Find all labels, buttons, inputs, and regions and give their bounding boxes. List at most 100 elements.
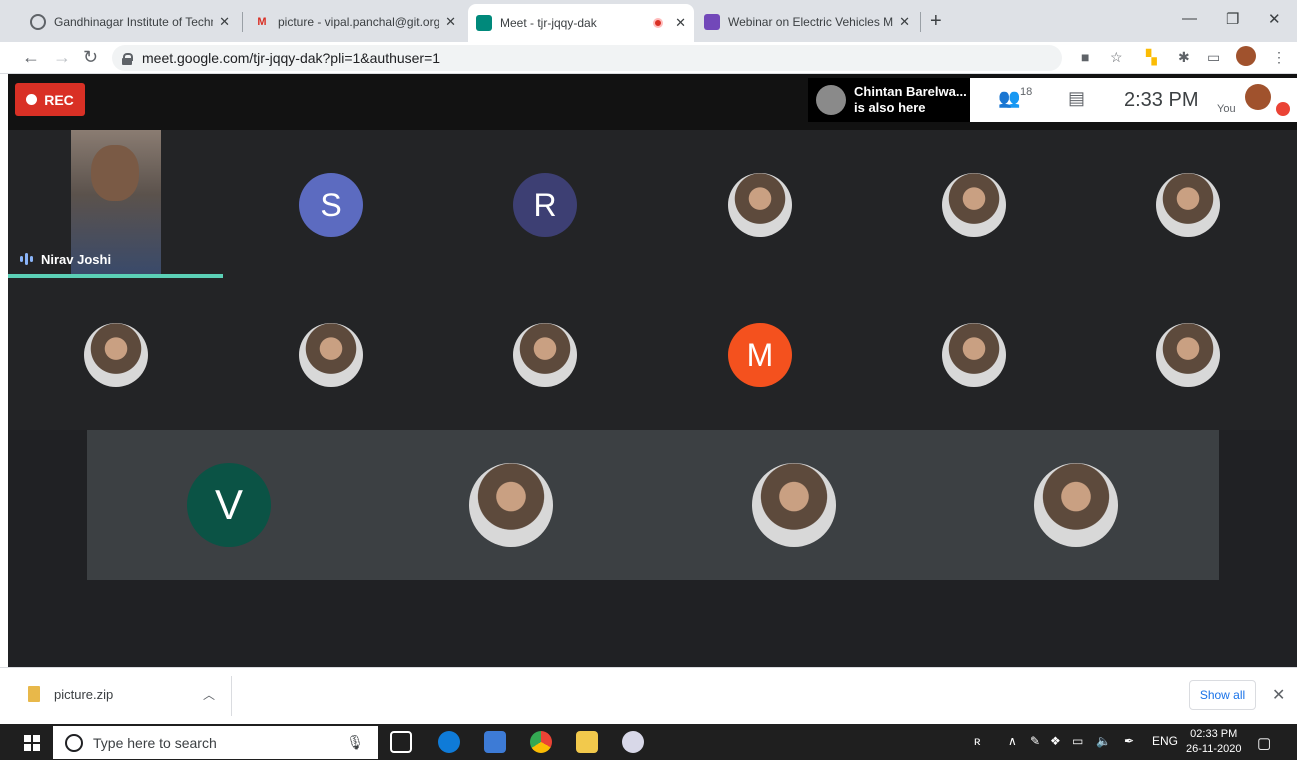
download-item[interactable]: picture.zip xyxy=(28,686,113,702)
participant-avatar[interactable] xyxy=(1156,173,1220,237)
language-indicator[interactable]: ENG xyxy=(1152,734,1178,748)
edge-icon[interactable] xyxy=(438,731,460,753)
close-tab-icon[interactable]: ✕ xyxy=(675,15,686,31)
participant-avatar[interactable]: R xyxy=(513,173,577,237)
participant-count: 18 xyxy=(1020,86,1033,98)
pen-icon[interactable]: ✎ xyxy=(1030,734,1040,748)
tab-gandhinagar[interactable]: Gandhinagar Institute of Technol ✕ xyxy=(22,6,238,38)
meet-stage: REC Chintan Barelwa... is also here 👥 18… xyxy=(8,74,1297,667)
taskbar-search[interactable]: Type here to search 🎙 xyxy=(53,726,378,759)
paint-icon[interactable] xyxy=(622,731,644,753)
meet-icon xyxy=(476,15,492,31)
people-icon[interactable]: 👥 xyxy=(998,88,1020,109)
zip-file-icon xyxy=(28,686,40,702)
also-here-notice: Chintan Barelwa... is also here xyxy=(808,78,970,122)
camera-icon[interactable]: ■ xyxy=(1081,49,1089,65)
participant-avatar[interactable] xyxy=(299,323,363,387)
address-bar[interactable]: meet.google.com/tjr-jqqy-dak?pli=1&authu… xyxy=(112,45,1062,71)
meeting-clock: 2:33 PM xyxy=(1124,89,1199,111)
participant-avatar[interactable] xyxy=(942,173,1006,237)
speaker-face xyxy=(91,145,139,201)
participant-initial: S xyxy=(320,186,342,223)
microphone-icon[interactable]: 🎙 xyxy=(346,734,364,751)
recording-indicator-icon xyxy=(653,18,664,28)
participant-initial: M xyxy=(746,336,774,373)
forward-button[interactable]: → xyxy=(53,47,71,68)
lock-icon xyxy=(122,52,133,65)
meet-controls-bar: 👥 18 ▤ 2:33 PM You xyxy=(970,78,1297,122)
cast-icon[interactable]: ▭ xyxy=(1207,49,1220,66)
ink-workspace-icon[interactable]: ✒ xyxy=(1124,734,1134,748)
tab-meet[interactable]: Meet - tjr-jqqy-dak ✕ xyxy=(468,4,694,42)
browser-tab-strip: Gandhinagar Institute of Technol ✕ M pic… xyxy=(0,0,1297,42)
rec-dot-icon xyxy=(26,94,38,105)
participant-avatar[interactable]: S xyxy=(299,173,363,237)
show-all-button[interactable]: Show all xyxy=(1189,680,1256,710)
gmail-icon: M xyxy=(257,16,267,28)
taskbar-date: 26-11-2020 xyxy=(1186,743,1242,755)
close-tab-icon[interactable]: ✕ xyxy=(445,14,456,30)
recording-badge: REC xyxy=(15,83,85,116)
speaker-label: Nirav Joshi xyxy=(8,244,223,274)
url-text: meet.google.com/tjr-jqqy-dak?pli=1&authu… xyxy=(142,50,441,66)
file-explorer-icon[interactable] xyxy=(576,731,598,753)
bookmark-star-icon[interactable]: ☆ xyxy=(1110,49,1123,66)
search-placeholder: Type here to search xyxy=(93,734,217,751)
task-view-icon[interactable] xyxy=(390,731,412,753)
speaker-name: Nirav Joshi xyxy=(41,251,112,267)
tray-expand-icon[interactable]: ∧ xyxy=(1008,734,1017,748)
participant-avatar[interactable] xyxy=(752,463,836,547)
self-avatar[interactable] xyxy=(1245,84,1271,110)
globe-icon xyxy=(30,14,46,30)
participant-avatar[interactable] xyxy=(513,323,577,387)
chat-icon[interactable]: ▤ xyxy=(1068,88,1085,109)
notifications-icon[interactable]: ▢ xyxy=(1257,734,1271,752)
download-filename: picture.zip xyxy=(54,686,114,702)
participant-avatar[interactable]: M xyxy=(728,323,792,387)
windows-start-icon[interactable] xyxy=(24,735,40,751)
meet-bottom-area xyxy=(8,580,1297,667)
puzzle-icon[interactable]: ✱ xyxy=(1178,49,1190,66)
participant-avatar[interactable] xyxy=(1156,323,1220,387)
volume-icon[interactable]: 🔈 xyxy=(1096,734,1111,748)
active-speaker-bar xyxy=(8,274,223,278)
chevron-up-icon[interactable]: ︿ xyxy=(203,686,215,703)
search-icon xyxy=(65,733,83,752)
participant-initial: R xyxy=(533,186,557,223)
people-tray-icon[interactable]: ʀ xyxy=(974,734,981,748)
back-button[interactable]: ← xyxy=(22,47,40,68)
calculator-icon[interactable] xyxy=(484,731,506,753)
participant-avatar[interactable] xyxy=(1034,463,1118,547)
reload-button[interactable]: ↻ xyxy=(83,47,98,68)
participant-avatar[interactable]: V xyxy=(187,463,271,547)
avatar xyxy=(816,85,846,115)
close-window-button[interactable]: ✕ xyxy=(1268,10,1281,28)
muted-mic-icon xyxy=(1276,102,1290,116)
participant-avatar[interactable] xyxy=(728,173,792,237)
participant-initial: V xyxy=(214,481,243,528)
browser-toolbar: ← → ↻ meet.google.com/tjr-jqqy-dak?pli=1… xyxy=(0,42,1297,74)
dropbox-icon[interactable]: ❖ xyxy=(1050,734,1061,748)
tab-divider xyxy=(242,12,243,32)
divider xyxy=(231,676,232,716)
participant-avatar[interactable] xyxy=(942,323,1006,387)
minimize-button[interactable]: — xyxy=(1182,10,1197,27)
profile-avatar[interactable] xyxy=(1236,46,1256,66)
taskbar-clock[interactable]: 02:33 PM 26-11-2020 xyxy=(1186,727,1241,757)
chrome-icon[interactable] xyxy=(530,731,552,753)
close-download-bar-icon[interactable]: ✕ xyxy=(1272,685,1285,705)
menu-icon[interactable]: ⋮ xyxy=(1272,49,1286,66)
you-label: You xyxy=(1217,103,1236,115)
restore-button[interactable]: ❐ xyxy=(1226,10,1239,28)
battery-icon[interactable]: ▭ xyxy=(1072,734,1083,748)
forms-icon xyxy=(704,14,720,30)
tab-gmail[interactable]: M picture - vipal.panchal@git.org.ir ✕ xyxy=(246,6,464,38)
close-tab-icon[interactable]: ✕ xyxy=(899,14,910,30)
notice-name: Chintan Barelwa... xyxy=(854,84,967,99)
tab-webinar[interactable]: Webinar on Electric Vehicles Mod ✕ xyxy=(696,6,918,38)
close-tab-icon[interactable]: ✕ xyxy=(219,14,230,30)
new-tab-button[interactable]: + xyxy=(930,10,942,33)
participant-avatar[interactable] xyxy=(469,463,553,547)
extension-icon[interactable]: ▚ xyxy=(1146,49,1157,66)
participant-avatar[interactable] xyxy=(84,323,148,387)
